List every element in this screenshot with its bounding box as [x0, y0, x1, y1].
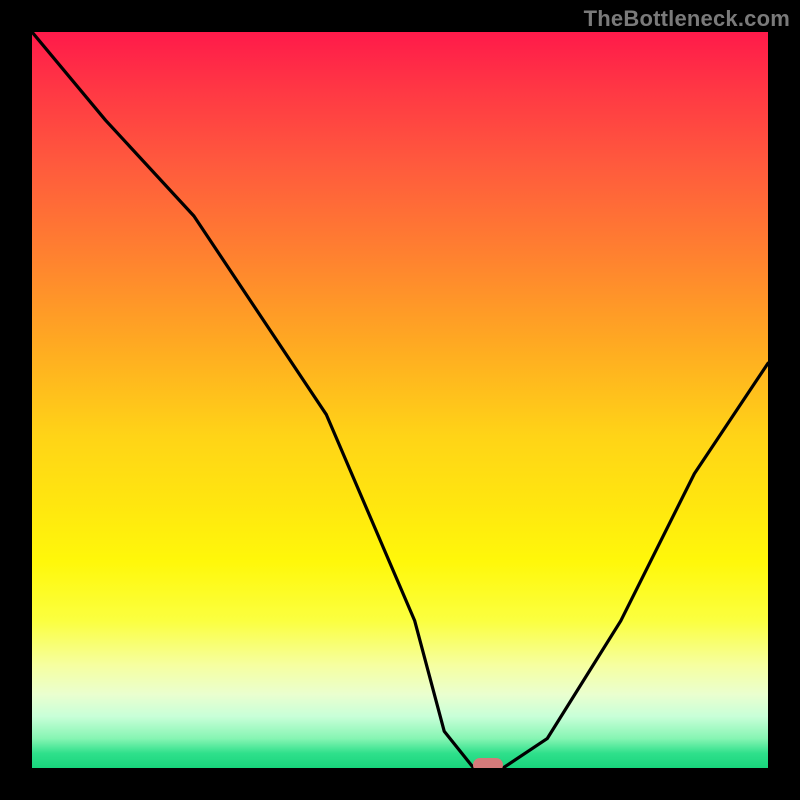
chart-frame: TheBottleneck.com: [0, 0, 800, 800]
curve-path: [32, 32, 768, 768]
optimal-point-marker: [473, 758, 503, 768]
plot-area: [32, 32, 768, 768]
bottleneck-curve: [32, 32, 768, 768]
watermark-text: TheBottleneck.com: [584, 6, 790, 32]
